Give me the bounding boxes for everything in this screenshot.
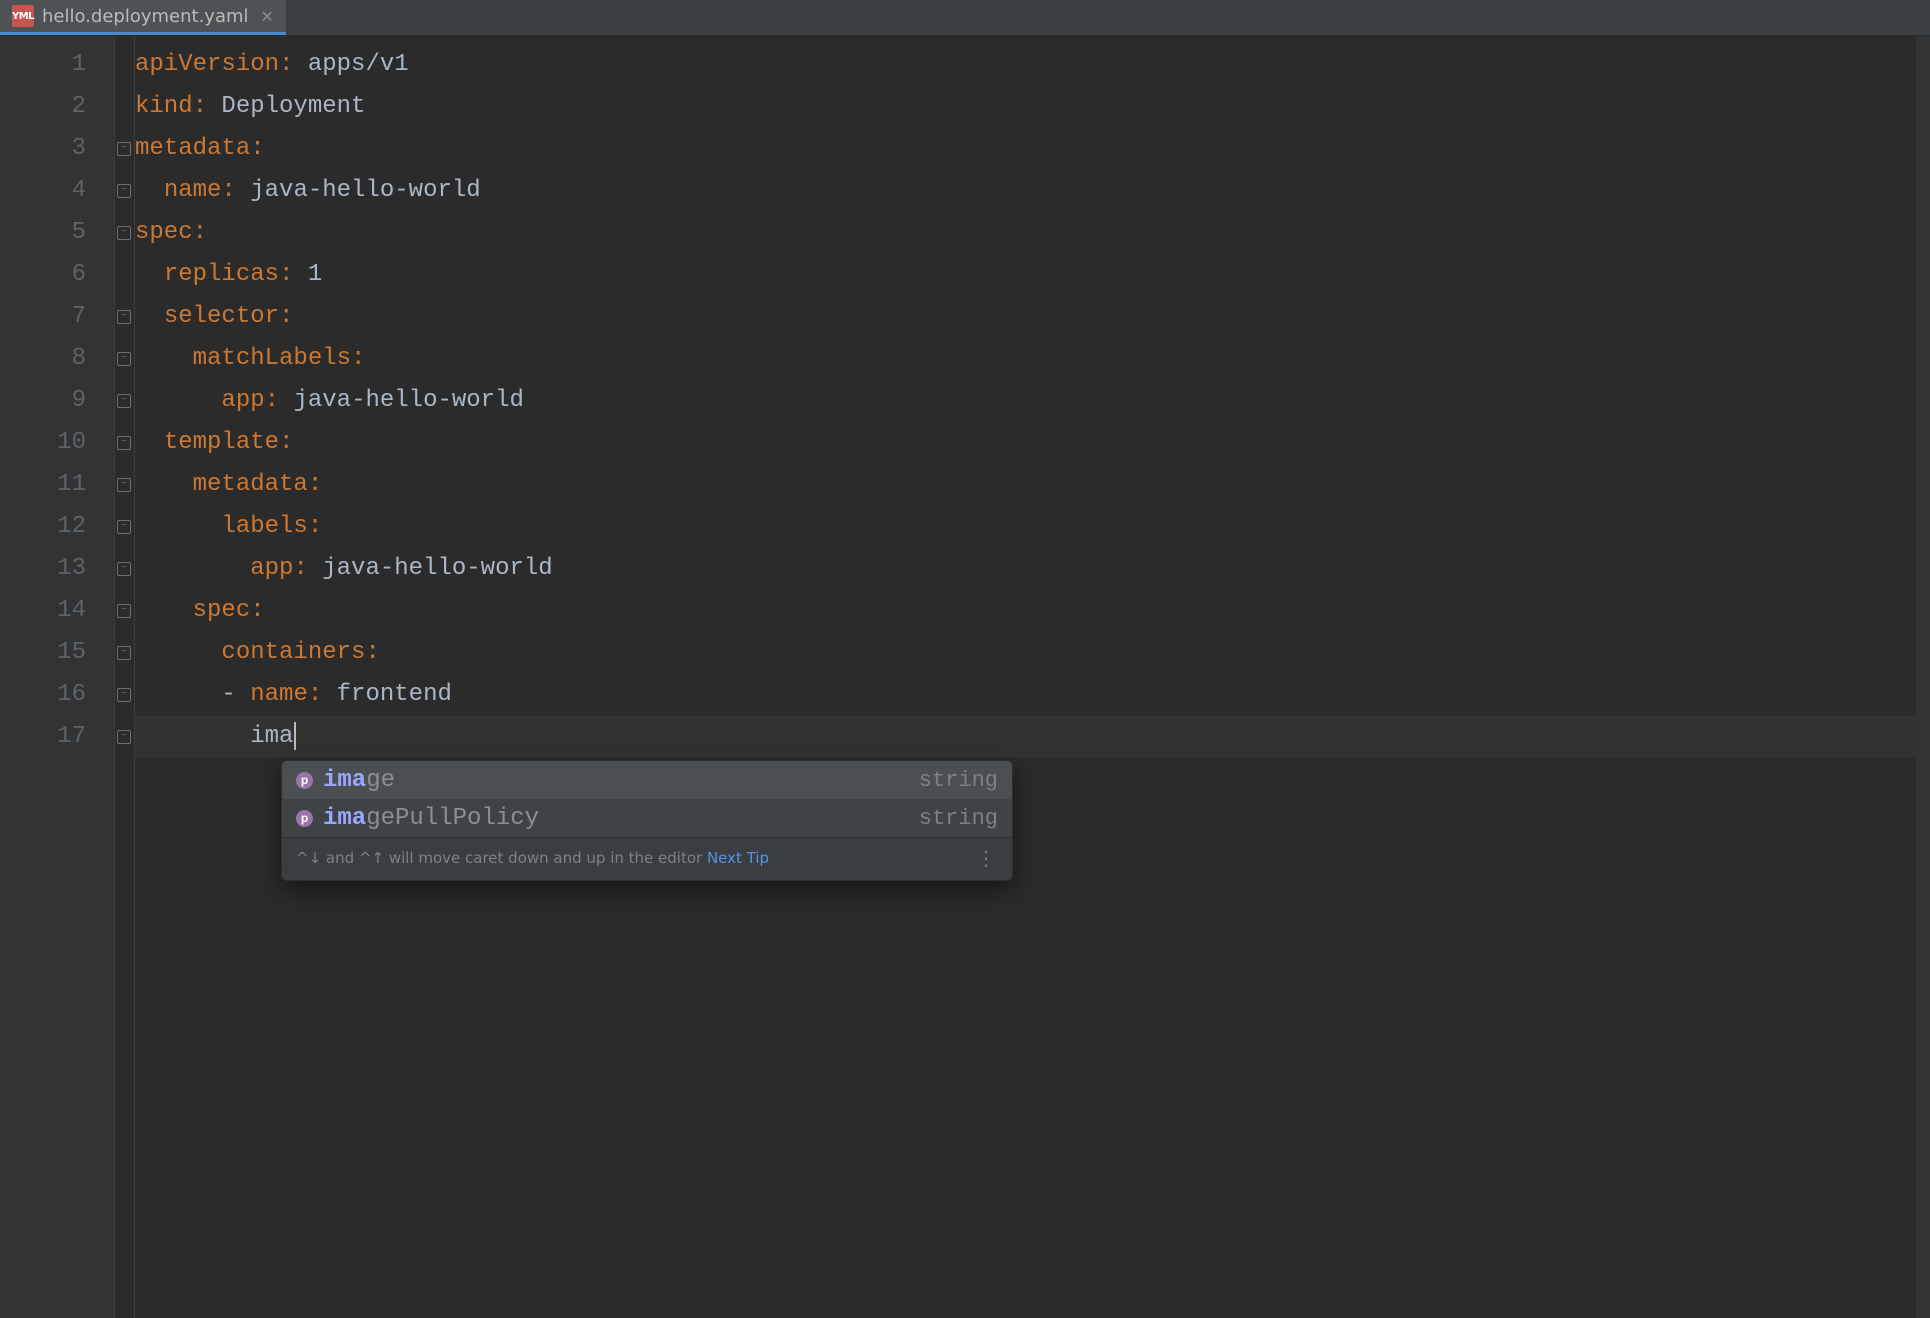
completion-type: string [919,768,998,793]
fold-toggle-icon[interactable]: − [117,352,131,366]
line-number: 1 [0,44,86,86]
yaml-file-icon: YML [12,5,34,27]
hint-text: will move caret down and up in the edito… [389,849,707,867]
close-icon[interactable]: ✕ [257,7,274,26]
line-number: 3 [0,128,86,170]
fold-toggle-icon[interactable]: − [117,226,131,240]
code-line[interactable]: spec: [135,212,1930,254]
completion-label: imagePullPolicy [323,805,539,832]
code-line[interactable]: labels: [135,506,1930,548]
completion-type: string [919,806,998,831]
file-tab[interactable]: YML hello.deployment.yaml ✕ [0,0,286,35]
completion-label: image [323,767,395,794]
hint-shortcut: ^↓ and ^↑ [296,849,384,867]
fold-toggle-icon[interactable]: − [117,646,131,660]
line-number: 14 [0,590,86,632]
fold-toggle-icon[interactable]: − [117,520,131,534]
line-number: 7 [0,296,86,338]
completion-item[interactable]: p imagePullPolicy string [282,799,1012,837]
completion-menu-icon[interactable]: ⋮ [976,846,998,870]
code-line[interactable]: app: java-hello-world [135,380,1930,422]
line-number: 10 [0,422,86,464]
code-line[interactable]: kind: Deployment [135,86,1930,128]
line-number: 17 [0,716,86,758]
editor-area[interactable]: 1234567891011121314151617 −−−−−−−−−−−−−−… [0,36,1930,1318]
fold-toggle-icon[interactable]: − [117,562,131,576]
line-number: 11 [0,464,86,506]
tab-bar: YML hello.deployment.yaml ✕ [0,0,1930,36]
code-line[interactable]: metadata: [135,464,1930,506]
line-number: 15 [0,632,86,674]
line-number: 4 [0,170,86,212]
fold-toggle-icon[interactable]: − [117,688,131,702]
code-line[interactable]: replicas: 1 [135,254,1930,296]
code-line[interactable]: ima [135,716,1930,758]
completion-hint-bar: ^↓ and ^↑ will move caret down and up in… [282,837,1012,880]
code-line[interactable]: metadata: [135,128,1930,170]
next-tip-link[interactable]: Next Tip [707,849,769,867]
code-line[interactable]: matchLabels: [135,338,1930,380]
line-number: 16 [0,674,86,716]
fold-toggle-icon[interactable]: − [117,142,131,156]
editor-scrollbar[interactable] [1916,36,1930,1318]
fold-toggle-icon[interactable]: − [117,184,131,198]
completion-popup[interactable]: pimage string p imagePullPolicy string ^↓ an… [281,760,1013,881]
line-number: 8 [0,338,86,380]
property-icon: p [296,772,313,789]
fold-toggle-icon[interactable]: − [117,604,131,618]
tab-filename: hello.deployment.yaml [42,6,249,27]
code-line[interactable]: containers: [135,632,1930,674]
code-line[interactable]: template: [135,422,1930,464]
line-number: 12 [0,506,86,548]
fold-strip[interactable]: − − − − − − − − − − − − − − [115,36,135,1318]
fold-toggle-icon[interactable]: − [117,436,131,450]
line-number: 9 [0,380,86,422]
property-icon: p [296,810,313,827]
code-line[interactable]: apiVersion: apps/v1 [135,44,1930,86]
completion-item[interactable]: pimage string [282,761,1012,799]
line-number: 6 [0,254,86,296]
code-line[interactable]: name: java-hello-world [135,170,1930,212]
line-number: 5 [0,212,86,254]
fold-toggle-icon[interactable]: − [117,394,131,408]
code-line[interactable]: - name: frontend [135,674,1930,716]
code-content[interactable]: apiVersion: apps/v1kind: Deploymentmetad… [135,36,1930,1318]
code-line[interactable]: selector: [135,296,1930,338]
fold-toggle-icon[interactable]: − [117,478,131,492]
code-line[interactable]: spec: [135,590,1930,632]
line-number: 13 [0,548,86,590]
code-line[interactable]: app: java-hello-world [135,548,1930,590]
fold-toggle-icon[interactable]: − [117,310,131,324]
line-number-gutter: 1234567891011121314151617 [0,36,115,1318]
line-number: 2 [0,86,86,128]
fold-toggle-icon[interactable]: − [117,730,131,744]
